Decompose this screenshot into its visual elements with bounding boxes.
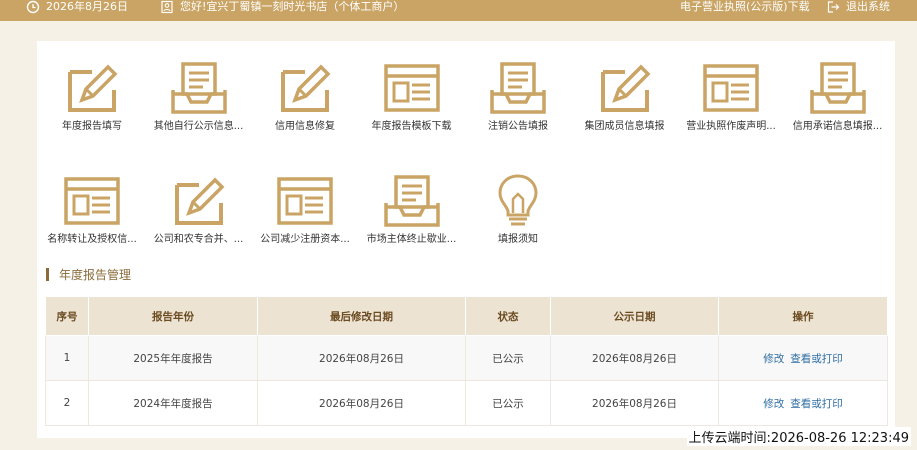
- cell-status: 已公示: [465, 380, 551, 426]
- logout-button[interactable]: 退出系统: [826, 0, 890, 21]
- function-tile[interactable]: 填报须知: [463, 173, 573, 245]
- header-status: 状态: [465, 296, 551, 336]
- inbox-tray-icon: [808, 60, 868, 116]
- pencil-form-icon: [595, 60, 655, 116]
- pencil-form-icon: [169, 173, 229, 229]
- function-tile[interactable]: 市场主体终止歇业...: [357, 173, 467, 245]
- view-print-link[interactable]: 查看或打印: [790, 353, 843, 365]
- table-header-row: 序号 报告年份 最后修改日期 状态 公示日期 操作: [45, 296, 888, 336]
- tile-label: 公司和农专合并、...: [153, 234, 244, 245]
- table-row: 1 2025年年度报告 2026年08月26日 已公示 2026年08月26日 …: [45, 335, 888, 381]
- user-badge-icon: [161, 0, 173, 13]
- upload-timestamp: 上传云端时间:2026-08-26 12:23:49: [686, 427, 911, 446]
- section-title: 年度报告管理: [59, 267, 132, 282]
- cell-no: 1: [45, 335, 89, 381]
- window-list-icon: [62, 173, 122, 229]
- header-published: 公示日期: [550, 296, 719, 336]
- date-display: 2026年8月26日: [26, 0, 128, 21]
- tile-label: 其他自行公示信息...: [153, 121, 244, 132]
- pencil-form-icon: [62, 60, 122, 116]
- view-print-link[interactable]: 查看或打印: [790, 398, 843, 410]
- window-list-icon: [275, 173, 335, 229]
- cell-actions: 修改 查看或打印: [718, 335, 888, 381]
- cell-year: 2025年年度报告: [88, 335, 258, 381]
- inbox-tray-icon: [488, 60, 548, 116]
- cell-modified: 2026年08月26日: [257, 335, 466, 381]
- section-marker: [46, 267, 49, 281]
- header-modified: 最后修改日期: [257, 296, 466, 336]
- function-tile[interactable]: 信用承诺信息填报...: [783, 60, 893, 132]
- tile-label: 年度报告模板下载: [371, 121, 452, 132]
- lightbulb-icon: [488, 173, 548, 229]
- tile-label: 信用承诺信息填报...: [792, 121, 883, 132]
- cell-modified: 2026年08月26日: [257, 380, 466, 426]
- header-year: 报告年份: [88, 296, 258, 336]
- cell-actions: 修改 查看或打印: [718, 380, 888, 426]
- cell-status: 已公示: [465, 335, 551, 381]
- pencil-form-icon: [275, 60, 335, 116]
- header-no: 序号: [45, 296, 89, 336]
- table-row: 2 2024年年度报告 2026年08月26日 已公示 2026年08月26日 …: [45, 380, 888, 426]
- cell-published: 2026年08月26日: [550, 380, 719, 426]
- tile-label: 注销公告填报: [488, 121, 548, 132]
- section-header: 年度报告管理: [46, 265, 131, 283]
- function-tile[interactable]: 公司减少注册资本...: [250, 173, 360, 245]
- current-date: 2026年8月26日: [46, 0, 128, 13]
- function-tile[interactable]: 年度报告模板下载: [357, 60, 467, 132]
- tile-label: 名称转让及授权信...: [47, 234, 137, 245]
- function-tile[interactable]: 集团成员信息填报: [570, 60, 680, 132]
- function-tile[interactable]: 公司和农专合并、...: [144, 173, 254, 245]
- tile-label: 填报须知: [498, 234, 538, 245]
- tile-label: 年度报告填写: [62, 121, 122, 132]
- window-list-icon: [701, 60, 761, 116]
- edit-link[interactable]: 修改: [763, 353, 784, 365]
- tile-label: 营业执照作废声明...: [686, 121, 776, 132]
- function-tile[interactable]: 注销公告填报: [463, 60, 573, 132]
- cell-published: 2026年08月26日: [550, 335, 719, 381]
- function-tile[interactable]: 营业执照作废声明...: [676, 60, 786, 132]
- function-tile[interactable]: 名称转让及授权信...: [37, 173, 147, 245]
- clock-icon: [26, 0, 40, 13]
- tile-label: 集团成员信息填报: [584, 121, 665, 132]
- tile-label: 公司减少注册资本...: [260, 234, 350, 245]
- header-actions: 操作: [718, 296, 888, 336]
- cell-no: 2: [45, 380, 89, 426]
- tile-label: 市场主体终止歇业...: [366, 234, 457, 245]
- tile-label: 信用信息修复: [275, 121, 335, 132]
- user-greeting: 您好!宜兴丁蜀镇一刻时光书店（个体工商户）: [160, 0, 404, 21]
- window-list-icon: [382, 60, 442, 116]
- cell-year: 2024年年度报告: [88, 380, 258, 426]
- logout-icon: [827, 0, 840, 13]
- function-tile[interactable]: 信用信息修复: [250, 60, 360, 132]
- greeting-text: 您好!宜兴丁蜀镇一刻时光书店（个体工商户）: [180, 0, 405, 13]
- inbox-tray-icon: [169, 60, 229, 116]
- function-tile[interactable]: 年度报告填写: [37, 60, 147, 132]
- inbox-tray-icon: [382, 173, 442, 229]
- annual-report-table: 序号 报告年份 最后修改日期 状态 公示日期 操作 1 2025年年度报告 20…: [45, 296, 888, 426]
- edit-link[interactable]: 修改: [763, 398, 784, 410]
- top-bar: 2026年8月26日 您好!宜兴丁蜀镇一刻时光书店（个体工商户） 电子营业执照(…: [0, 0, 917, 21]
- license-download-link[interactable]: 电子营业执照(公示版)下载: [680, 0, 810, 21]
- function-tile[interactable]: 其他自行公示信息...: [144, 60, 254, 132]
